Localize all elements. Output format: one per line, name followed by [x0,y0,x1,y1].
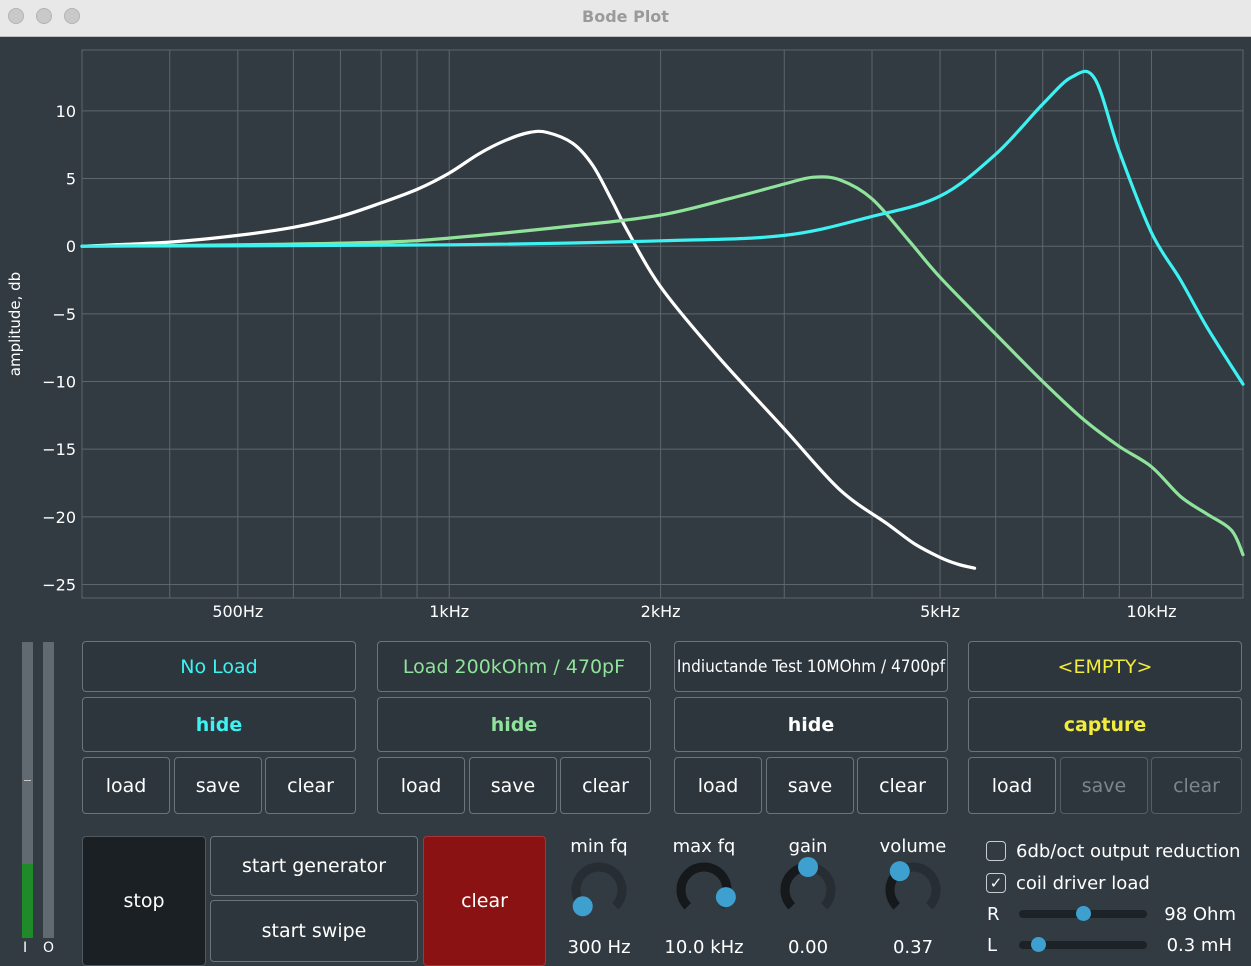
x-tick-label: 10kHz [1126,602,1176,621]
start-generator-button[interactable]: start generator [210,836,418,896]
output-reduction-checkbox[interactable] [986,841,1006,861]
slot-3-clear-button[interactable]: clear [857,757,948,814]
knob-handle[interactable] [572,896,593,917]
slot-2-save-button[interactable]: save [469,757,557,814]
knob-handle[interactable] [889,861,910,882]
x-tick-label: 5kHz [920,602,960,621]
title-bar: Bode Plot [0,0,1251,37]
output-level-meter [43,642,54,938]
x-tick-label: 1kHz [429,602,469,621]
slot-1-save-button[interactable]: save [174,757,262,814]
slot-1-clear-button[interactable]: clear [265,757,356,814]
knob-gain[interactable] [773,855,843,925]
output-meter-label: O [43,940,55,956]
checkmark-icon: ✓ [989,874,1003,892]
slot-3-hide-button[interactable]: hide [674,697,948,752]
knob-value: 0.00 [787,937,829,958]
x-tick-label: 2kHz [641,602,681,621]
y-axis-label: amplitude, db [6,272,24,376]
knob-max-fq[interactable] [669,855,739,925]
y-tick-label: −25 [42,575,76,594]
slot-2-clear-button[interactable]: clear [560,757,651,814]
knob-volume[interactable] [878,855,948,925]
start-swipe-button[interactable]: start swipe [210,900,418,962]
y-tick-label: 0 [66,237,76,256]
l-slider-label: L [987,935,998,956]
slot-4-load-button[interactable]: load [968,757,1056,814]
knob-label: max fq [672,836,736,857]
slot-3-save-button[interactable]: save [766,757,854,814]
knob-label: volume [879,836,947,857]
slot-1-hide-button[interactable]: hide [82,697,356,752]
input-level-meter [22,642,33,938]
slot-4-title-button[interactable]: <EMPTY> [968,641,1242,692]
slot-4-clear-button[interactable]: clear [1151,757,1242,814]
slot-3-title-button[interactable]: Indiuctande Test 10MOhm / 4700pf [674,641,948,692]
l-slider-thumb[interactable] [1031,937,1047,952]
slot-2-load-button[interactable]: load [377,757,465,814]
slot-1-title-button[interactable]: No Load [82,641,356,692]
knob-label: min fq [570,836,628,857]
slot-3-load-button[interactable]: load [674,757,762,814]
r-slider-label: R [987,904,1000,925]
input-level-fill [22,864,33,938]
knob-value: 0.37 [892,937,934,958]
y-tick-label: −20 [42,508,76,527]
y-tick-label: −5 [52,305,76,324]
output-reduction-label: 6db/oct output reduction [1016,841,1241,862]
l-slider-value: 0.3 mH [1166,935,1232,956]
knob-value: 300 Hz [567,937,631,958]
r-slider[interactable] [1019,906,1147,921]
coil-driver-label: coil driver load [1016,873,1150,894]
r-slider-value: 98 Ohm [1164,904,1236,925]
y-tick-label: 10 [56,102,76,121]
y-tick-label: 5 [66,170,76,189]
x-tick-label: 500Hz [212,602,263,621]
knob-label: gain [788,836,828,857]
meter-marker [24,780,31,781]
slot-1-load-button[interactable]: load [82,757,170,814]
knob-handle[interactable] [798,857,818,877]
slot-2-title-button[interactable]: Load 200kOhm / 470pF [377,641,651,692]
r-slider-thumb[interactable] [1076,906,1091,921]
knob-value: 10.0 kHz [664,937,744,958]
bode-plot-chart: 10 5 0 −5 −10 −15 −20 −25 500Hz 1kHz 2kHz 5kHz 10kHz… [6,49,1245,621]
stop-button[interactable]: stop [82,836,206,966]
slot-2-hide-button[interactable]: hide [377,697,651,752]
coil-driver-checkbox[interactable]: ✓ [986,873,1006,893]
plot-area [81,49,1244,599]
l-slider[interactable] [1019,937,1147,952]
knob-min-fq[interactable] [564,855,634,925]
slot-4-capture-button[interactable]: capture [968,697,1242,752]
window-title: Bode Plot [582,7,669,26]
y-tick-label: −15 [42,440,76,459]
slot-4-save-button[interactable]: save [1060,757,1148,814]
knob-handle[interactable] [715,887,736,908]
y-tick-label: −10 [42,373,76,392]
clear-all-button[interactable]: clear [423,836,546,966]
input-meter-label: I [23,940,28,956]
